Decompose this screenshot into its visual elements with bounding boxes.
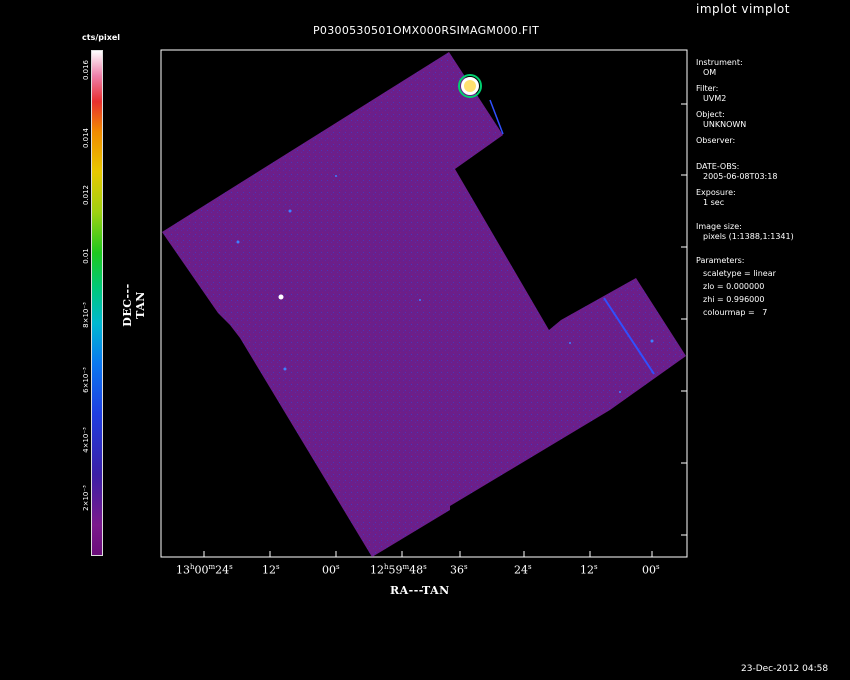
info-key: DATE-OBS: [696, 162, 740, 171]
x-tick-label: 00s [322, 563, 340, 577]
info-value: 1 sec [703, 198, 725, 207]
info-parameters: Parameters: scaletype = linear zlo = 0.0… [696, 256, 794, 318]
point-source [278, 294, 284, 300]
info-value: UVM2 [703, 94, 727, 103]
x-axis-label: RA---TAN [390, 584, 450, 597]
info-filter: Filter: UVM2 [696, 84, 794, 104]
x-tick-label: 13h00m24s [176, 563, 233, 577]
info-panel: Instrument: OM Filter: UVM2 Object: UNKN… [696, 58, 794, 324]
point-source [288, 209, 292, 213]
info-image-size: Image size: pixels (1:1388,1:1341) [696, 222, 794, 242]
info-key: Object: [696, 110, 725, 119]
point-source [419, 299, 421, 301]
info-key: Parameters: [696, 256, 745, 265]
point-source [650, 339, 654, 343]
x-tick-label: 00s [642, 563, 660, 577]
info-object: Object: UNKNOWN [696, 110, 794, 130]
info-key: Observer: [696, 136, 736, 145]
info-exposure: Exposure: 1 sec [696, 188, 794, 208]
x-tick-label: 24s [514, 563, 532, 577]
info-instrument: Instrument: OM [696, 58, 794, 78]
info-value: colourmap = 7 [703, 308, 768, 317]
timestamp: 23-Dec-2012 04:58 [741, 664, 829, 674]
info-value: pixels (1:1388,1:1341) [703, 232, 794, 241]
info-value: UNKNOWN [703, 120, 747, 129]
info-value: 2005-06-08T03:18 [703, 172, 778, 181]
info-observer: Observer: [696, 136, 794, 146]
point-source [283, 367, 287, 371]
info-key: Instrument: [696, 58, 743, 67]
info-date: DATE-OBS: 2005-06-08T03:18 [696, 162, 794, 182]
info-value: zlo = 0.000000 [703, 282, 765, 291]
x-tick-label: 12s [580, 563, 598, 577]
info-value: scaletype = linear [703, 269, 776, 278]
point-source [619, 391, 621, 393]
x-tick-label: 36s [450, 563, 468, 577]
point-source [236, 240, 240, 244]
point-source [335, 175, 337, 177]
info-key: Image size: [696, 222, 742, 231]
info-value: zhi = 0.996000 [703, 295, 765, 304]
info-key: Exposure: [696, 188, 736, 197]
info-value: OM [703, 68, 717, 77]
x-tick-label: 12s [262, 563, 280, 577]
info-key: Filter: [696, 84, 719, 93]
x-tick-label: 12h59m48s [370, 563, 427, 577]
point-source [569, 342, 571, 344]
